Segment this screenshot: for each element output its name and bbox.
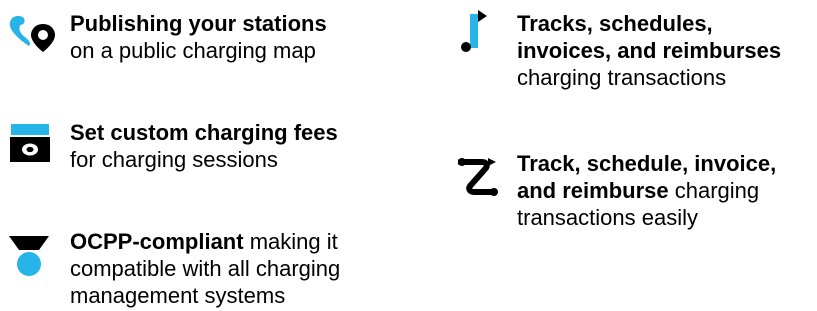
map-pin-icon: [9, 16, 55, 52]
feature-description-inline: charging: [668, 178, 760, 203]
feature-title: Tracks, schedules,: [517, 11, 713, 36]
feature-description-inline: making it: [243, 229, 338, 254]
feature-title: Set custom charging fees: [70, 120, 338, 145]
route-icon: [458, 158, 498, 196]
feature-description: on a public charging map: [70, 38, 316, 63]
feature-description: for charging sessions: [70, 147, 278, 172]
feature-title: and reimburse: [517, 178, 669, 203]
feature-title: invoices, and reimburses: [517, 38, 782, 63]
feature-title: Publishing your stations: [70, 11, 327, 36]
feature-title: OCPP-compliant: [70, 229, 244, 254]
feature-description: management systems: [70, 283, 286, 308]
feature-description: charging transactions: [517, 65, 727, 90]
medal-icon: [9, 236, 49, 276]
feature-title: Track, schedule, invoice,: [517, 151, 777, 176]
feature-description: compatible with all charging: [70, 256, 341, 281]
credit-card-icon: [10, 124, 50, 162]
feature-description: transactions easily: [517, 205, 698, 230]
music-note-icon: [461, 10, 487, 52]
